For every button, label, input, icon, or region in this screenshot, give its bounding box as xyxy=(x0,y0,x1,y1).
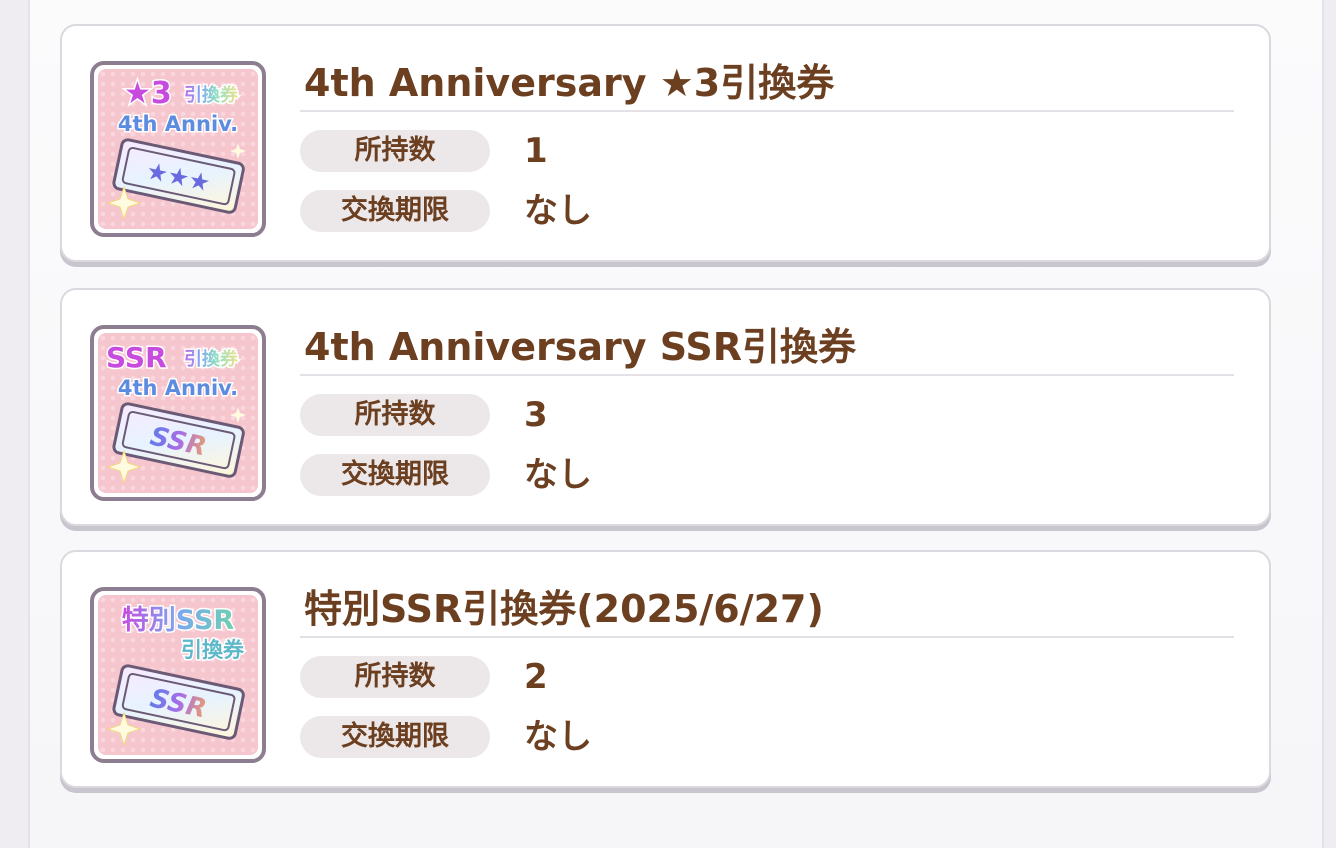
owned-count-value: 2 xyxy=(524,657,548,697)
svg-text:SSR: SSR xyxy=(106,341,167,374)
item-title: 4th Anniversary SSR引換券 xyxy=(304,325,857,369)
owned-count-value: 1 xyxy=(524,131,548,171)
svg-text:4th Anniv.: 4th Anniv. xyxy=(118,112,238,136)
item-card[interactable]: ★3 引換券 4th Anniv. ★★★ 4th Anniversary ★3… xyxy=(60,24,1271,262)
svg-text:引換券: 引換券 xyxy=(184,84,239,106)
ticket-icon-art: SSR 引換券 4th Anniv. SSR xyxy=(105,340,246,485)
svg-text:引換券: 引換券 xyxy=(181,638,245,662)
svg-text:4th Anniv.: 4th Anniv. xyxy=(118,376,238,400)
expiry-value: なし xyxy=(524,717,592,757)
owned-count-label: 所持数 xyxy=(300,394,490,436)
item-card[interactable]: SSR 引換券 4th Anniv. SSR 4th Anniversary S… xyxy=(60,288,1271,526)
item-title: 4th Anniversary ★3引換券 xyxy=(304,61,835,105)
ticket-icon-art: 特別SSR 引換券 SSR xyxy=(106,604,246,747)
expiry-value: なし xyxy=(524,455,592,495)
item-icon-frame: SSR 引換券 4th Anniv. SSR xyxy=(90,325,266,501)
title-divider xyxy=(300,110,1234,112)
item-card[interactable]: 特別SSR 引換券 SSR 特別SSR引換券(2025/6/27) 所持数 2 … xyxy=(60,550,1271,788)
title-divider xyxy=(300,636,1234,638)
item-title: 特別SSR引換券(2025/6/27) xyxy=(304,587,824,631)
title-divider xyxy=(300,374,1234,376)
item-icon-frame: ★3 引換券 4th Anniv. ★★★ xyxy=(90,61,266,237)
expiry-label: 交換期限 xyxy=(300,190,490,232)
ticket-icon-art: ★3 引換券 4th Anniv. ★★★ xyxy=(106,75,246,221)
item-icon-frame: 特別SSR 引換券 SSR xyxy=(90,587,266,763)
svg-text:引換券: 引換券 xyxy=(184,348,239,370)
ticket-icon: ★3 引換券 4th Anniv. ★★★ xyxy=(98,69,258,229)
expiry-value: なし xyxy=(524,191,592,231)
svg-text:特別SSR: 特別SSR xyxy=(122,605,235,636)
owned-count-value: 3 xyxy=(524,395,548,435)
expiry-label: 交換期限 xyxy=(300,716,490,758)
ticket-icon: SSR 引換券 4th Anniv. SSR xyxy=(98,333,258,493)
owned-count-label: 所持数 xyxy=(300,656,490,698)
ticket-icon: 特別SSR 引換券 SSR xyxy=(98,595,258,755)
owned-count-label: 所持数 xyxy=(300,130,490,172)
svg-text:★3: ★3 xyxy=(124,76,172,111)
expiry-label: 交換期限 xyxy=(300,454,490,496)
